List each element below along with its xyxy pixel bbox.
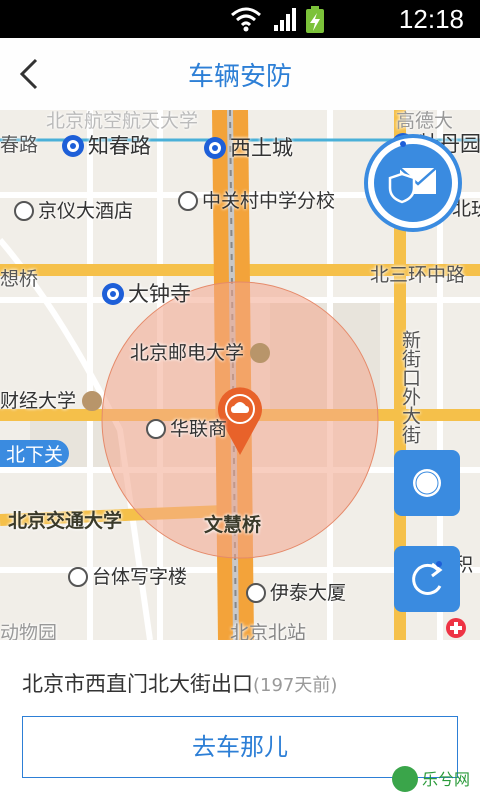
graduation-cap-icon <box>250 343 271 363</box>
school-icon <box>178 191 198 211</box>
watermark: 乐兮网 <box>391 766 470 792</box>
map-label-yitai: 伊泰大厦 <box>246 578 346 605</box>
map-label-xiangqiao: 想桥 <box>0 268 39 290</box>
map-label-beijingbei: 北京北站 <box>230 622 307 640</box>
hotel-icon <box>14 201 34 221</box>
battery-icon <box>306 6 324 33</box>
map-label-youdian: 北京邮电大学 <box>130 338 274 365</box>
map-label-dazhongsi: 大钟寺 <box>102 278 191 308</box>
envelope-shield-icon <box>388 167 437 204</box>
graduation-cap-icon <box>82 391 103 411</box>
message-button[interactable] <box>368 138 458 228</box>
last-update: (197天前) <box>253 675 338 696</box>
map-label-dongwuyuan: 动物园 <box>0 622 58 640</box>
map-label-chunlu: 春路 <box>0 134 39 156</box>
shopping-bag-icon <box>146 419 166 439</box>
building-icon <box>246 583 266 603</box>
map-label-jingyi: 京仪大酒店 <box>14 196 133 223</box>
status-time: 12:18 <box>398 4 464 34</box>
metro-icon <box>102 283 124 305</box>
metro-icon <box>62 135 84 157</box>
map-label-hualian: 华联商 <box>146 414 227 441</box>
car-address: 北京市西直门北大街出口(197天前) <box>22 668 337 698</box>
map-label-beijiao: 北玖 <box>452 198 480 220</box>
refresh-icon <box>412 562 443 595</box>
map-label-wenhuiqiao: 文慧桥 <box>204 514 262 536</box>
map-view[interactable]: 北京航空航天大学 高德大 春路 知春路 西土城 牡丹园 京仪大酒店 中关村中学分… <box>0 110 480 640</box>
record-circle-icon <box>413 469 441 497</box>
header: 车辆安防 <box>0 38 480 111</box>
locate-button[interactable] <box>394 450 460 516</box>
wifi-icon <box>231 7 261 32</box>
map-label-xitucheng: 西土城 <box>204 132 293 162</box>
map-label-jiaotong: 北京交通大学 <box>8 510 123 532</box>
page-title: 车辆安防 <box>187 62 292 92</box>
map-label-xinjiekou: 新街口外大街 <box>399 330 421 444</box>
map-label-zhongguancun: 中关村中学分校 <box>178 186 335 213</box>
watermark-logo-icon <box>391 766 418 792</box>
map-label-beisanhuan: 北三环中路 <box>370 264 466 286</box>
refresh-button[interactable] <box>394 546 460 612</box>
status-bar: 12:18 <box>0 0 480 38</box>
map-label-beixiaguan: 北下关 <box>0 440 70 467</box>
location-panel: 北京市西直门北大街出口(197天前) 去车那儿 乐兮网 <box>0 640 480 800</box>
metro-icon <box>204 137 226 159</box>
map-label-caijing: 财经大学 <box>0 386 106 413</box>
signal-icon <box>274 8 296 31</box>
map-label-zhichunlu: 知春路 <box>62 130 151 160</box>
map-label-taiti: 台体写字楼 <box>68 562 187 589</box>
building-icon <box>68 567 88 587</box>
status-icons <box>231 6 324 33</box>
address-text: 北京市西直门北大街出口 <box>22 672 253 696</box>
